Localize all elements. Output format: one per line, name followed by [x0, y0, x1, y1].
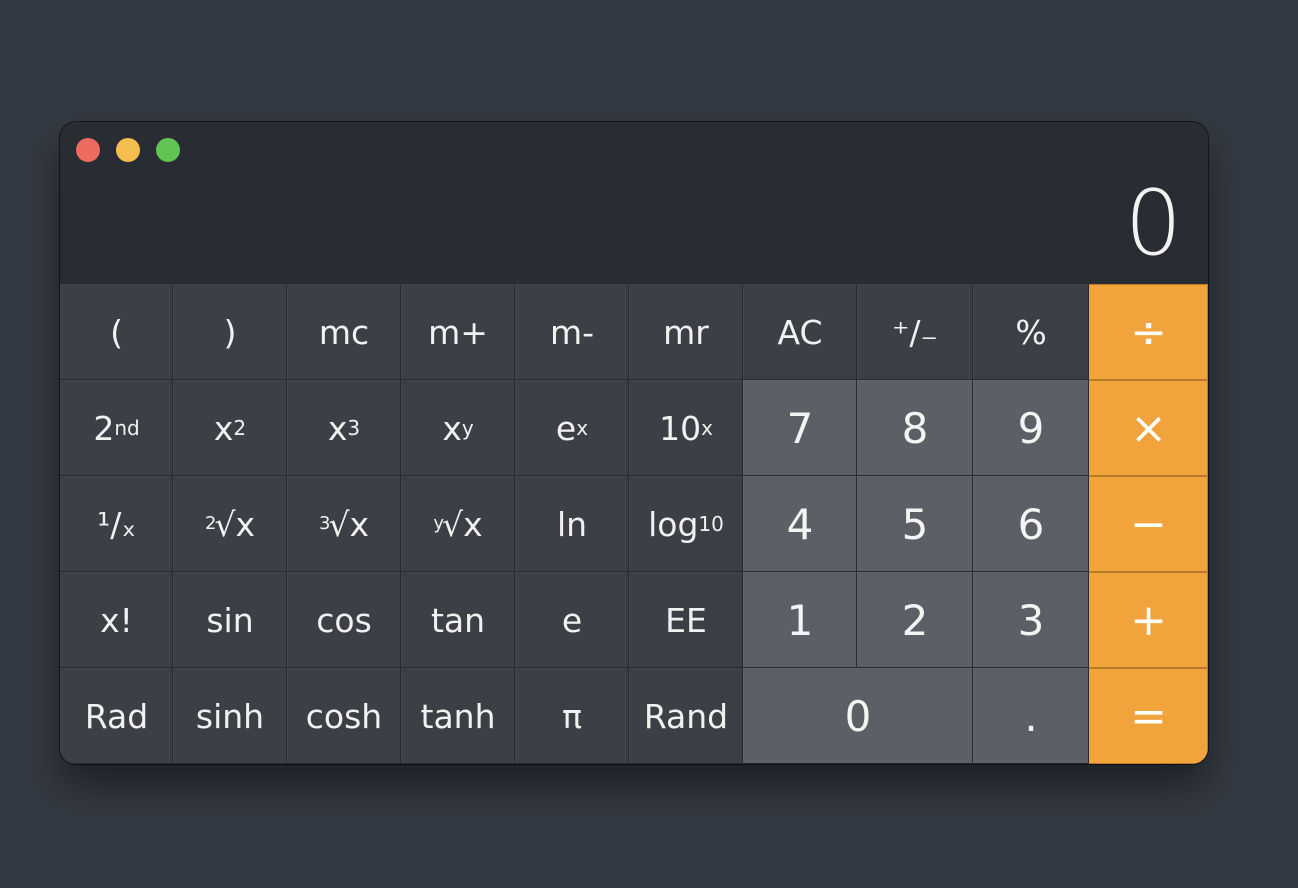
sin-button[interactable]: sin	[173, 572, 287, 668]
subtract-button[interactable]: −	[1089, 476, 1208, 572]
memory-add-button[interactable]: m+	[401, 284, 515, 380]
x-cubed-base: x	[327, 408, 348, 448]
reciprocal-button[interactable]: ¹∕ₓ	[60, 476, 173, 572]
title-bar	[60, 122, 1208, 178]
digit-4-button[interactable]: 4	[743, 476, 857, 572]
digit-8-button[interactable]: 8	[857, 380, 973, 476]
second-function-button[interactable]: 2nd	[60, 380, 173, 476]
e-pow-x-base: e	[555, 408, 577, 448]
zoom-button[interactable]	[156, 138, 180, 162]
digit-1-button[interactable]: 1	[743, 572, 857, 668]
plus-minus-button[interactable]: ⁺∕₋	[857, 284, 973, 380]
log10-base: log	[648, 504, 699, 544]
sinh-button[interactable]: sinh	[173, 668, 287, 764]
pi-button[interactable]: π	[515, 668, 629, 764]
square-root-body: √x	[214, 504, 255, 544]
x-squared-base: x	[213, 408, 234, 448]
equals-button[interactable]: =	[1089, 668, 1208, 764]
minimize-button[interactable]	[116, 138, 140, 162]
tan-button[interactable]: tan	[401, 572, 515, 668]
ten-pow-x-base: 10	[659, 408, 702, 448]
factorial-button[interactable]: x!	[60, 572, 173, 668]
digit-3-button[interactable]: 3	[973, 572, 1089, 668]
cosh-button[interactable]: cosh	[287, 668, 401, 764]
y-root-body: √x	[442, 504, 483, 544]
multiply-button[interactable]: ×	[1089, 380, 1208, 476]
keypad: ( ) mc m+ m- mr AC ⁺∕₋ % ÷ 2nd x2 x3 xy …	[60, 284, 1208, 764]
digit-9-button[interactable]: 9	[973, 380, 1089, 476]
exponent-button[interactable]: EE	[629, 572, 743, 668]
euler-button[interactable]: e	[515, 572, 629, 668]
close-button[interactable]	[76, 138, 100, 162]
x-pow-y-base: x	[442, 408, 462, 448]
all-clear-button[interactable]: AC	[743, 284, 857, 380]
digit-7-button[interactable]: 7	[743, 380, 857, 476]
random-button[interactable]: Rand	[629, 668, 743, 764]
second-base: 2	[93, 408, 115, 448]
natural-log-button[interactable]: ln	[515, 476, 629, 572]
digit-6-button[interactable]: 6	[973, 476, 1089, 572]
x-squared-button[interactable]: x2	[173, 380, 287, 476]
memory-recall-button[interactable]: mr	[629, 284, 743, 380]
memory-clear-button[interactable]: mc	[287, 284, 401, 380]
calculator-window: 0 ( ) mc m+ m- mr AC ⁺∕₋ % ÷ 2nd x2 x3 x…	[60, 122, 1208, 764]
rad-button[interactable]: Rad	[60, 668, 173, 764]
cube-root-body: √x	[328, 504, 369, 544]
digit-5-button[interactable]: 5	[857, 476, 973, 572]
memory-subtract-button[interactable]: m-	[515, 284, 629, 380]
cube-root-button[interactable]: 3 √x	[287, 476, 401, 572]
e-pow-x-button[interactable]: ex	[515, 380, 629, 476]
display-value: 0	[1124, 171, 1182, 276]
decimal-button[interactable]: .	[973, 668, 1089, 764]
x-cubed-button[interactable]: x3	[287, 380, 401, 476]
y-root-button[interactable]: y √x	[401, 476, 515, 572]
percent-button[interactable]: %	[973, 284, 1089, 380]
add-button[interactable]: +	[1089, 572, 1208, 668]
ten-pow-x-button[interactable]: 10 x	[629, 380, 743, 476]
open-paren-button[interactable]: (	[60, 284, 173, 380]
square-root-button[interactable]: 2 √x	[173, 476, 287, 572]
tanh-button[interactable]: tanh	[401, 668, 515, 764]
digit-0-button[interactable]: 0	[743, 668, 973, 764]
display: 0	[60, 174, 1208, 284]
digit-2-button[interactable]: 2	[857, 572, 973, 668]
close-paren-button[interactable]: )	[173, 284, 287, 380]
log10-button[interactable]: log 10	[629, 476, 743, 572]
divide-button[interactable]: ÷	[1089, 284, 1208, 380]
cos-button[interactable]: cos	[287, 572, 401, 668]
x-pow-y-button[interactable]: xy	[401, 380, 515, 476]
